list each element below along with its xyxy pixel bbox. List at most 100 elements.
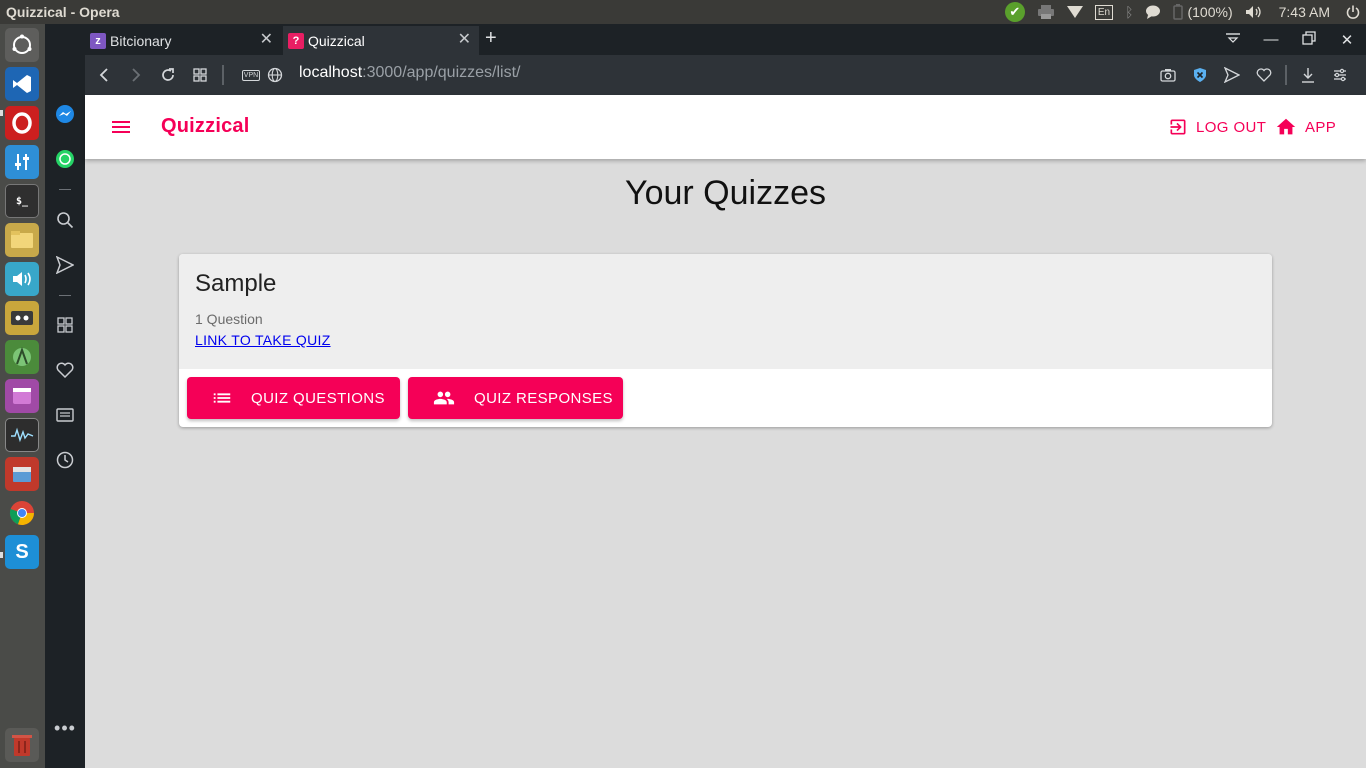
sidebar-separator: [59, 295, 71, 296]
terminal-launcher-icon[interactable]: $_: [5, 184, 39, 218]
logout-button[interactable]: LOG OUT: [1168, 115, 1266, 139]
quizzical-favicon-icon: ?: [288, 32, 304, 49]
power-icon[interactable]: [1340, 0, 1366, 24]
quiz-responses-button[interactable]: QUIZ RESPONSES: [408, 377, 623, 419]
app-launcher-icon[interactable]: [5, 379, 39, 413]
people-icon: [433, 391, 455, 405]
reload-icon[interactable]: [158, 65, 178, 85]
vpn-badge[interactable]: VPN: [241, 65, 261, 85]
toolbar-separator: [213, 65, 233, 85]
wifi-icon[interactable]: [1061, 0, 1089, 24]
minimize-icon[interactable]: —: [1252, 31, 1290, 48]
tab-label: Bitcionary: [110, 32, 172, 49]
quiz-card-header: Sample 1 Question LINK TO TAKE QUIZ: [179, 254, 1272, 369]
opera-sidebar: •••: [45, 24, 85, 768]
trash-launcher-icon[interactable]: [5, 728, 39, 762]
tabs-grid-icon[interactable]: [190, 65, 210, 85]
sidebar-separator: [59, 189, 71, 190]
web-page: Quizzical LOG OUT APP Your Quizzes Sampl…: [85, 95, 1366, 768]
page-title: Your Quizzes: [625, 174, 826, 212]
mixer-launcher-icon[interactable]: [5, 145, 39, 179]
window-title: Quizzical - Opera: [6, 4, 120, 20]
news-icon[interactable]: [53, 403, 77, 427]
system-monitor-launcher-icon[interactable]: [5, 418, 39, 452]
tab-bitcionary[interactable]: z Bitcionary ✕: [85, 26, 281, 55]
globe-icon: [265, 65, 285, 85]
close-tab-icon[interactable]: ✕: [458, 32, 471, 48]
more-icon[interactable]: •••: [53, 716, 77, 740]
bluetooth-icon[interactable]: ᛒ: [1119, 0, 1139, 24]
tab-menu-icon[interactable]: [1214, 31, 1252, 48]
ubuntu-dash-icon[interactable]: [5, 28, 39, 62]
quiz-questions-button[interactable]: QUIZ QUESTIONS: [187, 377, 400, 419]
new-tab-button[interactable]: +: [485, 27, 497, 49]
quiz-name: Sample: [195, 270, 277, 297]
url-field[interactable]: localhost:3000/app/quizzes/list/: [299, 64, 520, 82]
files-launcher-icon[interactable]: [5, 223, 39, 257]
restore-icon[interactable]: [1290, 30, 1328, 49]
quiz-responses-label: QUIZ RESPONSES: [474, 389, 613, 407]
address-bar: VPN localhost:3000/app/quizzes/list/: [85, 55, 1366, 95]
app-brand[interactable]: Quizzical: [161, 115, 250, 138]
download-icon[interactable]: [1292, 65, 1324, 85]
app-bar: Quizzical LOG OUT APP: [85, 95, 1366, 159]
app-button[interactable]: APP: [1275, 115, 1336, 139]
system-tray: ✔ En ᛒ (100%) 7:43 AM: [999, 0, 1366, 24]
launcher-active-pip: [0, 552, 3, 558]
messaging-icon[interactable]: [1139, 0, 1167, 24]
chrome-launcher-icon[interactable]: [5, 496, 39, 530]
speed-dial-icon[interactable]: [53, 313, 77, 337]
menu-icon[interactable]: [109, 115, 133, 139]
address-bar-actions: [1152, 65, 1356, 85]
url-host: localhost: [299, 64, 363, 81]
list-icon: [213, 393, 231, 403]
back-icon[interactable]: [94, 65, 114, 85]
app-label: APP: [1305, 118, 1337, 136]
whatsapp-icon[interactable]: [53, 147, 77, 171]
unity-launcher: $_ S: [0, 24, 45, 768]
sound-launcher-icon[interactable]: [5, 262, 39, 296]
forward-icon[interactable]: [126, 65, 146, 85]
search-icon[interactable]: [53, 208, 77, 232]
url-path: :3000/app/quizzes/list/: [362, 64, 521, 81]
toolbar-separator: [1280, 65, 1292, 85]
keyboard-layout-indicator[interactable]: En: [1089, 0, 1119, 24]
logout-label: LOG OUT: [1196, 118, 1267, 136]
printer-icon[interactable]: [1031, 0, 1061, 24]
skype-launcher-icon[interactable]: S: [5, 535, 39, 569]
battery-percent: (100%): [1187, 4, 1233, 20]
snapshot-icon[interactable]: [1152, 65, 1184, 85]
opera-launcher-icon[interactable]: [5, 106, 39, 140]
adblock-shield-icon[interactable]: [1184, 65, 1216, 85]
volume-icon[interactable]: [1239, 0, 1269, 24]
quiz-card: Sample 1 Question LINK TO TAKE QUIZ QUIZ…: [179, 254, 1272, 427]
tab-strip: z Bitcionary ✕ ? Quizzical ✕ + — ✕: [85, 24, 1366, 55]
battery-indicator[interactable]: (100%): [1167, 0, 1238, 24]
update-icon[interactable]: ✔: [999, 0, 1031, 24]
take-quiz-link[interactable]: LINK TO TAKE QUIZ: [195, 332, 331, 348]
bookmark-heart-icon[interactable]: [1248, 65, 1280, 85]
messenger-icon[interactable]: [53, 102, 77, 126]
quiz-questions-label: QUIZ QUESTIONS: [251, 389, 385, 407]
os-top-panel: Quizzical - Opera ✔ En ᛒ (100%) 7:43 AM: [0, 0, 1366, 24]
home-icon: [1276, 118, 1296, 135]
archive-launcher-icon[interactable]: [5, 457, 39, 491]
easy-setup-icon[interactable]: [1324, 65, 1356, 85]
close-window-icon[interactable]: ✕: [1328, 31, 1366, 49]
send-icon[interactable]: [53, 253, 77, 277]
cassette-launcher-icon[interactable]: [5, 301, 39, 335]
close-tab-icon[interactable]: ✕: [260, 32, 273, 48]
quiz-question-count: 1 Question: [195, 311, 263, 327]
bitcionary-favicon-icon: z: [90, 32, 106, 49]
android-studio-launcher-icon[interactable]: [5, 340, 39, 374]
launcher-active-pip: [0, 110, 3, 116]
vscode-launcher-icon[interactable]: [5, 67, 39, 101]
window-controls: — ✕: [1214, 24, 1366, 55]
send-page-icon[interactable]: [1216, 65, 1248, 85]
tab-quizzical[interactable]: ? Quizzical ✕: [283, 26, 479, 55]
heart-icon[interactable]: [53, 358, 77, 382]
clock[interactable]: 7:43 AM: [1269, 0, 1340, 24]
tab-label: Quizzical: [308, 32, 365, 49]
logout-icon: [1170, 119, 1186, 135]
history-icon[interactable]: [53, 448, 77, 472]
